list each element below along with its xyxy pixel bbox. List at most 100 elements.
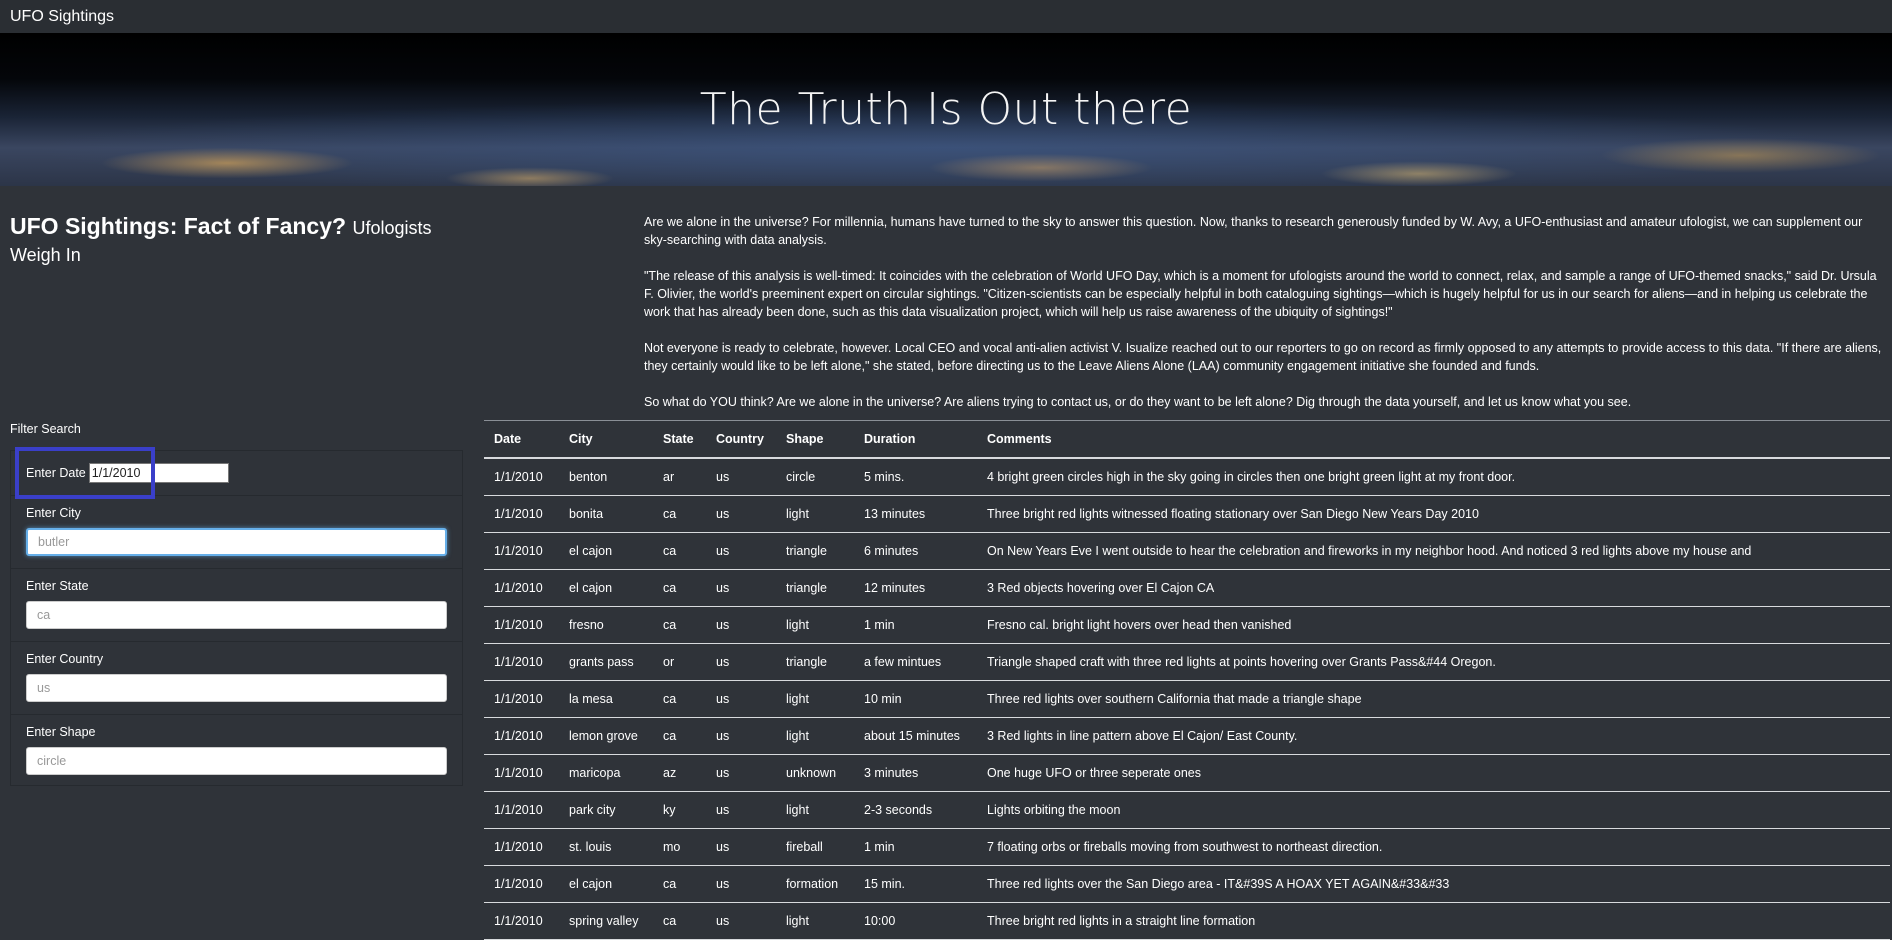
cell-state: ca <box>653 532 706 570</box>
page-title-main: UFO Sightings: Fact of Fancy? <box>10 213 347 239</box>
article-body: Are we alone in the universe? For millen… <box>644 213 1884 429</box>
cell-date: 1/1/2010 <box>484 865 559 903</box>
cell-state: or <box>653 643 706 681</box>
cell-state: ca <box>653 717 706 755</box>
state-label: Enter State <box>26 579 89 593</box>
filter-state-item: Enter State <box>11 569 462 642</box>
cell-city: park city <box>559 791 653 829</box>
cell-city: fresno <box>559 606 653 644</box>
cell-duration: 2-3 seconds <box>854 791 977 829</box>
table-row: 1/1/2010 el cajon ca us formation 15 min. Thre… <box>484 865 1890 903</box>
filter-country-item: Enter Country <box>11 642 462 715</box>
cell-duration: 1 min <box>854 828 977 866</box>
cell-date: 1/1/2010 <box>484 902 559 940</box>
cell-city: bonita <box>559 495 653 533</box>
table-row: 1/1/2010 el cajon ca us triangle 6 minutes On … <box>484 532 1890 570</box>
cell-comments: Triangle shaped craft with three red lig… <box>977 643 1890 681</box>
table-row: 1/1/2010 spring valley ca us light 10:00 Three… <box>484 902 1890 940</box>
cell-duration: 6 minutes <box>854 532 977 570</box>
cell-state: ar <box>653 458 706 496</box>
cell-duration: 10 min <box>854 680 977 718</box>
cell-state: mo <box>653 828 706 866</box>
cell-duration: 12 minutes <box>854 569 977 607</box>
cell-duration: a few mintues <box>854 643 977 681</box>
cell-date: 1/1/2010 <box>484 643 559 681</box>
cell-date: 1/1/2010 <box>484 532 559 570</box>
cell-country: us <box>706 791 776 829</box>
column-header-comments: Comments <box>977 420 1890 459</box>
cell-state: ca <box>653 569 706 607</box>
state-input[interactable] <box>26 601 447 629</box>
cell-country: us <box>706 680 776 718</box>
cell-duration: 10:00 <box>854 902 977 940</box>
cell-country: us <box>706 606 776 644</box>
cell-state: ca <box>653 495 706 533</box>
cell-shape: triangle <box>776 643 854 681</box>
table-row: 1/1/2010 lemon grove ca us light about 15 min… <box>484 717 1890 755</box>
cell-city: el cajon <box>559 865 653 903</box>
article-header: UFO Sightings: Fact of Fancy? Ufologists… <box>10 213 460 267</box>
cell-city: grants pass <box>559 643 653 681</box>
cell-city: el cajon <box>559 532 653 570</box>
article-paragraph: So what do YOU think? Are we alone in th… <box>644 395 1632 409</box>
cell-comments: 3 Red objects hovering over El Cajon CA <box>977 569 1890 607</box>
ufo-table: Date City State Country Shape Duration C… <box>484 420 1890 940</box>
table-row: 1/1/2010 grants pass or us triangle a few min… <box>484 643 1890 681</box>
cell-city: lemon grove <box>559 717 653 755</box>
date-input[interactable] <box>88 463 229 483</box>
table-row: 1/1/2010 el cajon ca us triangle 12 minutes 3 … <box>484 569 1890 607</box>
cell-duration: 1 min <box>854 606 977 644</box>
cell-duration: 15 min. <box>854 865 977 903</box>
cell-country: us <box>706 495 776 533</box>
cell-duration: 5 mins. <box>854 458 977 496</box>
ufo-table-container: Date City State Country Shape Duration C… <box>484 420 1890 940</box>
hero-banner: The Truth Is Out there <box>0 33 1892 186</box>
page-title: UFO Sightings: Fact of Fancy? Ufologists… <box>10 213 460 267</box>
article-paragraph: Not everyone is ready to celebrate, howe… <box>644 341 1882 373</box>
cell-shape: light <box>776 495 854 533</box>
cell-country: us <box>706 532 776 570</box>
cell-comments: Fresno cal. bright light hovers over hea… <box>977 606 1890 644</box>
table-row: 1/1/2010 st. louis mo us fireball 1 min 7 floa… <box>484 828 1890 866</box>
country-input[interactable] <box>26 674 447 702</box>
cell-state: ca <box>653 865 706 903</box>
table-body: 1/1/2010 benton ar us circle 5 mins. 4 bright … <box>484 458 1890 940</box>
cell-shape: light <box>776 680 854 718</box>
table-row: 1/1/2010 benton ar us circle 5 mins. 4 bright … <box>484 458 1890 496</box>
column-header-state: State <box>653 420 706 459</box>
article-paragraph: Are we alone in the universe? For millen… <box>644 215 1863 247</box>
cell-shape: triangle <box>776 532 854 570</box>
column-header-duration: Duration <box>854 420 977 459</box>
cell-comments: On New Years Eve I went outside to hear … <box>977 532 1890 570</box>
cell-comments: One huge UFO or three seperate ones <box>977 754 1890 792</box>
filter-date-item: Enter Date <box>11 451 462 496</box>
cell-duration: about 15 minutes <box>854 717 977 755</box>
cell-shape: unknown <box>776 754 854 792</box>
table-row: 1/1/2010 park city ky us light 2-3 seconds Lig… <box>484 791 1890 829</box>
cell-shape: circle <box>776 458 854 496</box>
cell-country: us <box>706 828 776 866</box>
cell-state: az <box>653 754 706 792</box>
cell-comments: 4 bright green circles high in the sky g… <box>977 458 1890 496</box>
cell-shape: light <box>776 717 854 755</box>
cell-country: us <box>706 902 776 940</box>
cell-comments: 7 floating orbs or fireballs moving from… <box>977 828 1890 866</box>
cell-country: us <box>706 754 776 792</box>
navbar-brand[interactable]: UFO Sightings <box>10 8 114 26</box>
cell-shape: light <box>776 791 854 829</box>
cell-state: ca <box>653 680 706 718</box>
cell-shape: light <box>776 902 854 940</box>
shape-input[interactable] <box>26 747 447 775</box>
cell-date: 1/1/2010 <box>484 754 559 792</box>
filter-search-heading: Filter Search <box>10 422 81 436</box>
date-label: Enter Date <box>26 466 86 480</box>
cell-shape: light <box>776 606 854 644</box>
hero-title: The Truth Is Out there <box>699 84 1193 135</box>
cell-date: 1/1/2010 <box>484 717 559 755</box>
city-input[interactable] <box>26 528 447 556</box>
cell-comments: 3 Red lights in line pattern above El Ca… <box>977 717 1890 755</box>
cell-comments: Three bright red lights in a straight li… <box>977 902 1890 940</box>
cell-shape: formation <box>776 865 854 903</box>
cell-city: maricopa <box>559 754 653 792</box>
filter-city-item: Enter City <box>11 496 462 569</box>
